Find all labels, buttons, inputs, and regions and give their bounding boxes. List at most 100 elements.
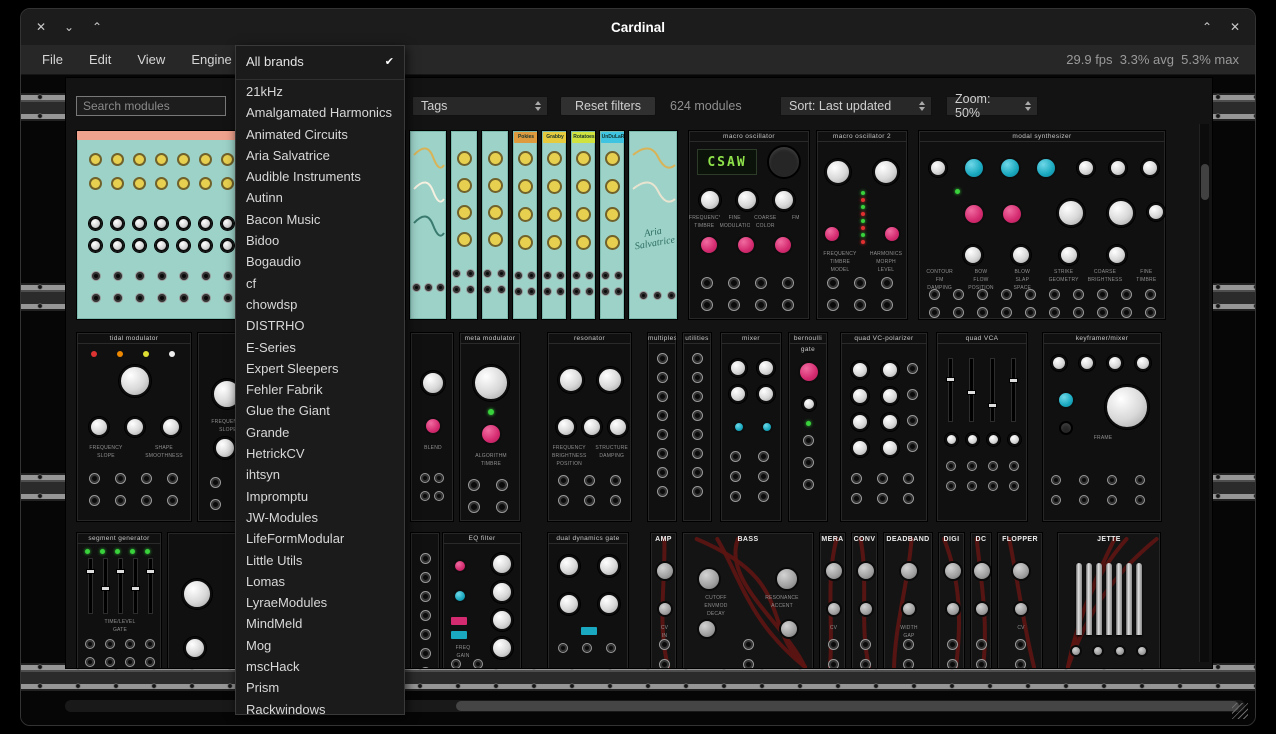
- module-card-macro-oscillator-2[interactable]: macro oscillator 2FREQUENCYHARMONICSTIMB…: [816, 130, 908, 320]
- brand-menu-item[interactable]: E-Series: [236, 337, 404, 358]
- brand-menu-item[interactable]: Audible Instruments: [236, 166, 404, 187]
- module-card-quad-vc-polarizer[interactable]: quad VC-polarizer: [840, 332, 928, 522]
- brand-menu-item[interactable]: Mog: [236, 635, 404, 656]
- module-card-bass[interactable]: BASSCUTOFFRESONANCEENVMODACCENTDECAY: [682, 532, 814, 669]
- module-card-dc[interactable]: DC: [970, 532, 992, 669]
- module-card-segment-generator[interactable]: segment generatorTIME/LEVELGATE: [76, 532, 162, 669]
- brand-menu-item[interactable]: ihtsyn: [236, 464, 404, 485]
- brand-menu-item[interactable]: Expert Sleepers: [236, 358, 404, 379]
- module-card-multiples[interactable]: multiples: [647, 332, 677, 522]
- brand-menu-item[interactable]: mscHack: [236, 656, 404, 677]
- window-control-left-0-icon[interactable]: ✕: [33, 19, 49, 35]
- menu-view[interactable]: View: [124, 45, 178, 75]
- module-card[interactable]: [409, 130, 447, 320]
- resize-grip[interactable]: [1232, 703, 1248, 719]
- search-input[interactable]: [76, 96, 226, 116]
- brand-menu-item[interactable]: Fehler Fabrik: [236, 379, 404, 400]
- module-card-keyframer-mixer[interactable]: keyframer/mixerFRAME: [1042, 332, 1162, 522]
- jack-icon: [692, 429, 703, 440]
- brand-menu-items: 21kHzAmalgamated HarmonicsAnimated Circu…: [236, 81, 404, 715]
- brand-menu-item[interactable]: Grande: [236, 422, 404, 443]
- brand-menu-item[interactable]: HetrickCV: [236, 443, 404, 464]
- module-card-mixer[interactable]: mixer: [720, 332, 782, 522]
- module-card-quad-vca[interactable]: quad VCA: [936, 332, 1028, 522]
- module-card-undular[interactable]: UnDuLaR: [599, 130, 625, 320]
- vertical-scrollbar[interactable]: [1199, 124, 1209, 662]
- jack-icon: [1145, 289, 1156, 300]
- brand-menu-item[interactable]: LyraeModules: [236, 592, 404, 613]
- module-label: DECAY: [683, 611, 749, 617]
- brand-menu-item[interactable]: MindMeld: [236, 613, 404, 634]
- module-card-pokies[interactable]: Pokies: [512, 130, 538, 320]
- reset-filters-button[interactable]: Reset filters: [560, 96, 656, 116]
- module-card[interactable]: BLEND: [410, 332, 454, 522]
- sort-select[interactable]: Sort: Last updated: [780, 96, 932, 116]
- window-control-right-1-icon[interactable]: ✕: [1227, 19, 1243, 35]
- brand-menu-item[interactable]: Bogaudio: [236, 251, 404, 272]
- module-card-digi[interactable]: DIGI: [938, 532, 965, 669]
- brand-menu-item[interactable]: JW-Modules: [236, 507, 404, 528]
- updown-icon: [1017, 101, 1031, 111]
- knob-icon: [1008, 433, 1021, 446]
- module-card-utilities[interactable]: utilities: [682, 332, 712, 522]
- knob-icon: [491, 553, 513, 575]
- module-card-resonator[interactable]: resonatorFREQUENCYSTRUCTUREBRIGHTNESSDAM…: [547, 332, 632, 522]
- jack-icon: [601, 271, 610, 280]
- window-control-left-2-icon[interactable]: ⌃: [89, 19, 105, 35]
- menu-file[interactable]: File: [29, 45, 76, 75]
- brand-menu-item[interactable]: Little Utils: [236, 550, 404, 571]
- module-title: macro oscillator 2: [817, 131, 907, 142]
- menu-edit[interactable]: Edit: [76, 45, 124, 75]
- window-control-right-0-icon[interactable]: ⌃: [1199, 19, 1215, 35]
- brand-menu-item[interactable]: Lomas: [236, 571, 404, 592]
- module-card-modal-synthesizer[interactable]: modal synthesizerCONTOURBOWBLOWSTRIKECOA…: [918, 130, 1166, 320]
- module-card[interactable]: [481, 130, 509, 320]
- module-card-deadband[interactable]: DEADBANDWIDTHGAP: [883, 532, 933, 669]
- brand-menu-item[interactable]: Bacon Music: [236, 209, 404, 230]
- brand-menu-item[interactable]: Animated Circuits: [236, 124, 404, 145]
- vertical-scrollbar-thumb[interactable]: [1201, 164, 1209, 200]
- brand-menu-item[interactable]: DISTRHO: [236, 315, 404, 336]
- module-card-bernoulli-gate[interactable]: bernoulli gate: [788, 332, 828, 522]
- brand-menu-selected[interactable]: All brands ✔: [236, 50, 404, 72]
- brand-menu-item[interactable]: Glue the Giant: [236, 400, 404, 421]
- jack-icon: [584, 475, 595, 486]
- window-control-left-1-icon[interactable]: ⌄: [61, 19, 77, 35]
- module-card[interactable]: [410, 532, 440, 669]
- brand-menu-item[interactable]: chowdsp: [236, 294, 404, 315]
- brand-menu-item[interactable]: Autinn: [236, 187, 404, 208]
- module-card-flopper[interactable]: FLOPPERCV: [997, 532, 1043, 669]
- module-card-mera[interactable]: MERACV: [819, 532, 846, 669]
- module-card-grabby[interactable]: Grabby: [541, 130, 567, 320]
- module-card-rotatoes[interactable]: Rotatoes: [570, 130, 596, 320]
- module-label: SLOPE: [77, 453, 135, 459]
- zoom-select[interactable]: Zoom: 50%: [946, 96, 1038, 116]
- module-card-meta-modulator[interactable]: meta modulatorALGORITHMTIMBRE: [459, 332, 521, 522]
- knob-icon: [779, 619, 799, 639]
- horizontal-scrollbar-thumb[interactable]: [456, 701, 1239, 711]
- knob-icon: [89, 217, 102, 230]
- brand-menu-item[interactable]: cf: [236, 273, 404, 294]
- slider-track: [949, 359, 952, 421]
- led-icon: [806, 421, 811, 426]
- knob-icon: [184, 637, 206, 659]
- brand-menu-item[interactable]: 21kHz: [236, 81, 404, 102]
- module-card-conv[interactable]: CONV: [851, 532, 878, 669]
- module-card-dual-dynamics-gate[interactable]: dual dynamics gate: [547, 532, 629, 669]
- brand-menu-item[interactable]: Rackwindows: [236, 699, 404, 715]
- module-card[interactable]: [450, 130, 478, 320]
- knob-icon: [221, 217, 234, 230]
- brand-menu-item[interactable]: Prism: [236, 677, 404, 698]
- module-card-macro-oscillator[interactable]: macro oscillatorCSAWFREQUENCYFINECOARSEF…: [688, 130, 810, 320]
- module-card-tidal-modulator[interactable]: tidal modulatorFREQUENCYSHAPESLOPESMOOTH…: [76, 332, 192, 522]
- tags-select[interactable]: Tags: [412, 96, 548, 116]
- brand-menu-item[interactable]: Aria Salvatrice: [236, 145, 404, 166]
- module-card-eq-filter[interactable]: EQ filterFREQGAIN: [442, 532, 522, 669]
- brand-menu-item[interactable]: Amalgamated Harmonics: [236, 102, 404, 123]
- brand-menu-item[interactable]: Bidoo: [236, 230, 404, 251]
- module-card-jette[interactable]: JETTE: [1057, 532, 1161, 669]
- brand-menu-item[interactable]: Impromptu: [236, 486, 404, 507]
- brand-menu-item[interactable]: LifeFormModular: [236, 528, 404, 549]
- module-card-amp[interactable]: AMPCVIN: [650, 532, 677, 669]
- module-card[interactable]: Aria Salvatrice: [628, 130, 678, 320]
